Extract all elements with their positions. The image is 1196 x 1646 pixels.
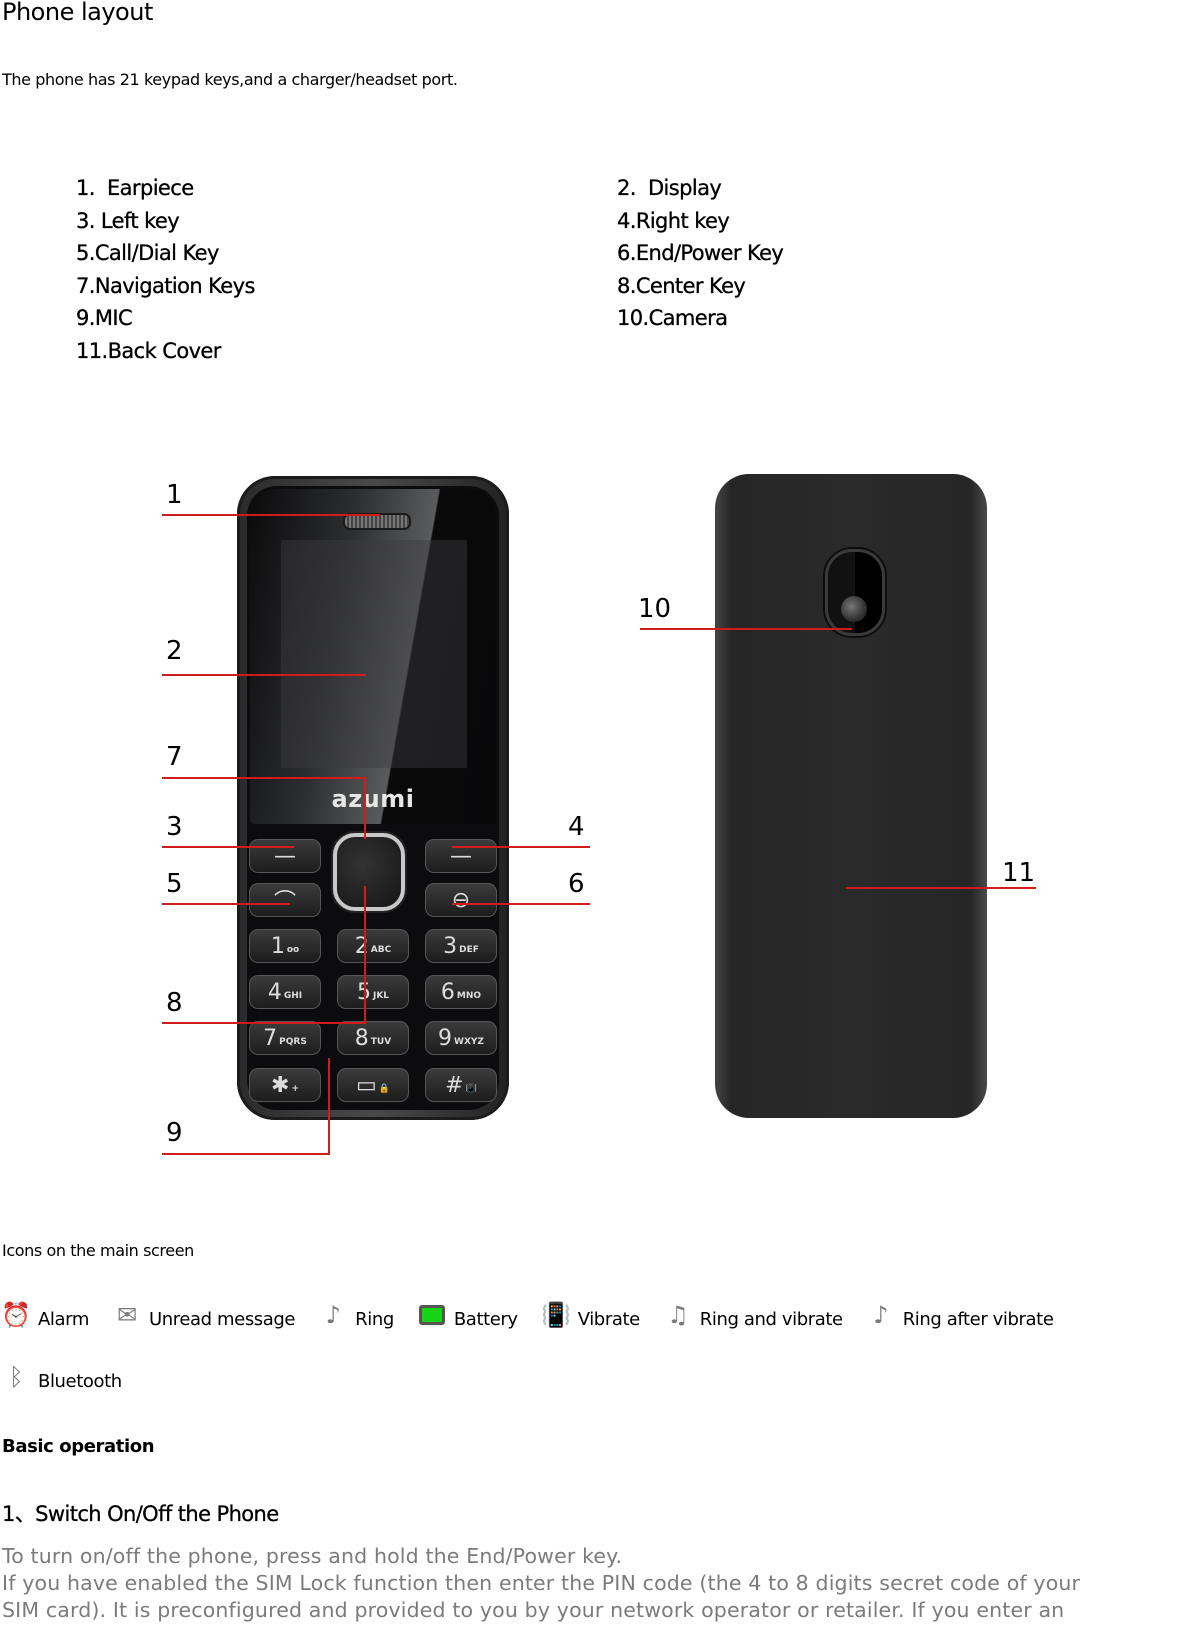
callout-line-7 (162, 777, 366, 779)
alarm-icon: ⏰ (1, 1301, 31, 1329)
keypad-key: 7 PQRS (249, 1021, 321, 1055)
keypad-key: 2 ABC (337, 929, 409, 963)
display (281, 540, 467, 768)
parts-list-right: 2. Display 4.Right key 6.End/Power Key 8… (617, 172, 784, 335)
callout-line-5 (162, 903, 290, 905)
callout-number: 6 (568, 869, 585, 899)
part-label: 10.Camera (617, 306, 728, 330)
callout-number: 5 (166, 869, 183, 899)
keypad-key: 3 DEF (425, 929, 497, 963)
callout-line-7-vertical (364, 777, 366, 839)
right-soft-key: — (425, 839, 497, 873)
callout-line-10 (640, 628, 852, 630)
page-title: Phone layout (2, 0, 153, 26)
part-label: 1. Earpiece (76, 176, 194, 200)
part-label: 3. Left key (76, 208, 180, 233)
end-power-key: ⊖ (425, 883, 497, 917)
callout-line-3 (162, 846, 294, 848)
keypad-key: 9 WXYZ (425, 1021, 497, 1055)
step-title: 1、Switch On/Off the Phone (2, 1502, 279, 1526)
callout-number: 7 (166, 742, 183, 772)
keypad-key: ▭ 🔒 (337, 1068, 409, 1102)
callout-line-1 (162, 514, 380, 516)
part-label: 9.MIC (76, 306, 133, 330)
camera-housing (825, 549, 885, 636)
screen-panel: azumi (250, 489, 496, 824)
vibrate-icon: 📳 (540, 1301, 571, 1329)
navigation-key (333, 833, 405, 911)
legend-item-bluetooth: ᛒ Bluetooth (0, 1362, 122, 1392)
battery-icon (416, 1300, 448, 1330)
ring-icon: ♪ (325, 1301, 341, 1329)
legend-item-ring-and-vibrate: ♫ Ring and vibrate (662, 1300, 843, 1330)
legend-item-ring: ♪ Ring (317, 1300, 395, 1330)
part-label: 7.Navigation Keys (76, 273, 256, 298)
camera-lens (841, 596, 867, 622)
callout-number: 1 (166, 480, 183, 510)
callout-line-2 (162, 674, 366, 676)
body-line: To turn on/off the phone, press and hold… (2, 1544, 623, 1568)
brand-logo: azumi (331, 785, 415, 813)
left-soft-key: — (249, 839, 321, 873)
keypad-key: # 📳 (425, 1068, 497, 1102)
step-body: To turn on/off the phone, press and hold… (2, 1543, 1196, 1624)
status-icon-legend: ⏰ Alarm ✉ Unread message ♪ Ring Battery … (0, 1300, 1076, 1330)
legend-item-unread-message: ✉ Unread message (111, 1300, 295, 1330)
part-label: 4.Right key (617, 208, 730, 233)
callout-line-8 (162, 1022, 366, 1024)
part-label: 6.End/Power Key (617, 241, 784, 265)
phone-back-image (715, 474, 987, 1118)
callout-number: 8 (166, 988, 183, 1018)
part-label: 11.Back Cover (76, 338, 222, 363)
body-line: SIM card). It is preconfigured and provi… (2, 1598, 1065, 1622)
keypad-key: 4 GHI (249, 975, 321, 1009)
callout-number: 3 (166, 812, 183, 842)
callout-line-8-vertical (364, 886, 366, 1024)
body-line: If you have enabled the SIM Lock functio… (2, 1571, 1081, 1595)
part-label: 5.Call/Dial Key (76, 241, 220, 265)
parts-list-left: 1. Earpiece 3. Left key 5.Call/Dial Key … (76, 172, 256, 367)
icons-heading: Icons on the main screen (2, 1241, 194, 1260)
legend-item-battery: Battery (416, 1300, 518, 1330)
part-label: 2. Display (617, 176, 722, 200)
callout-number: 9 (166, 1118, 183, 1148)
keypad-key: ✱ + (249, 1068, 321, 1102)
part-label: 8.Center Key (617, 273, 746, 298)
keypad-key: 8 TUV (337, 1021, 409, 1055)
bluetooth-icon: ᛒ (9, 1363, 23, 1391)
callout-line-9 (162, 1153, 330, 1155)
callout-number: 4 (568, 812, 585, 842)
callout-line-4 (452, 846, 590, 848)
callout-number: 11 (1002, 858, 1036, 888)
callout-line-9-vertical (328, 1058, 330, 1155)
keypad-key: 6 MNO (425, 975, 497, 1009)
keypad-key: 1 oo (249, 929, 321, 963)
ring-after-vibrate-icon: ♪ (873, 1301, 889, 1329)
call-key: ⌒ (249, 883, 321, 917)
callout-line-6 (452, 903, 590, 905)
unread-message-icon: ✉ (117, 1301, 137, 1329)
legend-item-vibrate: 📳 Vibrate (540, 1301, 640, 1330)
intro-text: The phone has 21 keypad keys,and a charg… (2, 70, 458, 89)
callout-number: 10 (638, 594, 672, 624)
legend-item-alarm: ⏰ Alarm (1, 1301, 89, 1330)
legend-item-ring-after-vibrate: ♪ Ring after vibrate (865, 1300, 1054, 1330)
callout-number: 2 (166, 636, 183, 666)
ring-and-vibrate-icon: ♫ (667, 1301, 689, 1329)
keypad-key: 5JKL (337, 975, 409, 1009)
basic-operation-heading: Basic operation (2, 1436, 155, 1457)
